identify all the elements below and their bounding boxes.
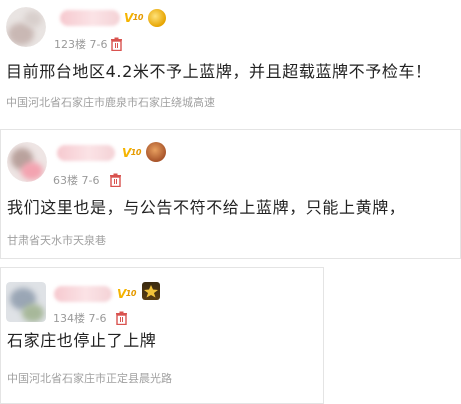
floor-and-date: 134楼 7-6	[53, 312, 107, 325]
location-text[interactable]: 中国河北省石家庄市正定县晨光路	[7, 372, 172, 386]
username[interactable]	[60, 10, 120, 26]
location-text[interactable]: 甘肃省天水市天泉巷	[7, 234, 106, 248]
comment-card: V10 134楼 7-6 石家庄也停止了上牌 中国河北省石家庄市正定县晨光路	[0, 267, 324, 404]
vip-badge-icon: V10	[124, 11, 143, 25]
username[interactable]	[57, 145, 115, 161]
comment-text: 目前邢台地区4.2米不予上蓝牌，并且超载蓝牌不予检车！	[6, 62, 432, 81]
avatar[interactable]	[7, 142, 47, 182]
trash-icon[interactable]	[109, 173, 122, 187]
medal-icon	[146, 142, 166, 162]
floor-and-date: 123楼 7-6	[54, 38, 108, 51]
avatar[interactable]	[6, 282, 46, 322]
vip-badge-icon: V10	[117, 287, 136, 301]
trash-icon[interactable]	[115, 311, 128, 325]
avatar[interactable]	[6, 7, 46, 47]
medal-icon	[148, 9, 166, 27]
comment-card: V10 63楼 7-6 我们这里也是，与公告不符不给上蓝牌，只能上黄牌， 甘肃省…	[0, 129, 461, 259]
comment-text: 我们这里也是，与公告不符不给上蓝牌，只能上黄牌，	[7, 198, 406, 217]
location-text[interactable]: 中国河北省石家庄市鹿泉市石家庄绕城高速	[6, 96, 215, 110]
trash-icon[interactable]	[110, 37, 123, 51]
comment-card: V10 123楼 7-6 目前邢台地区4.2米不予上蓝牌，并且超载蓝牌不予检车！…	[0, 0, 461, 121]
vip-badge-icon: V10	[122, 146, 141, 160]
username[interactable]	[54, 286, 112, 302]
medal-icon	[142, 282, 160, 300]
comment-text: 石家庄也停止了上牌	[7, 331, 157, 350]
floor-and-date: 63楼 7-6	[53, 174, 100, 187]
